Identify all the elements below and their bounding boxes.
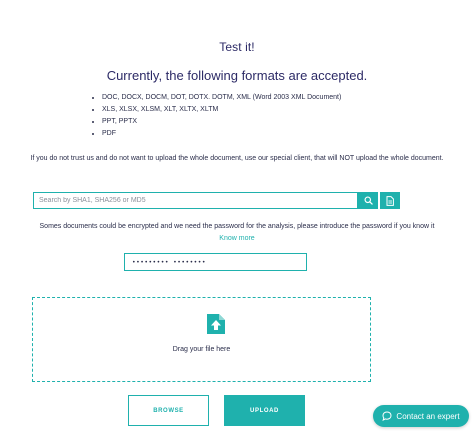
encryption-text: Somes documents could be encrypted and w…	[39, 223, 435, 230]
know-more-link[interactable]: Know more	[219, 235, 254, 242]
hash-search-field[interactable]	[33, 192, 358, 209]
file-upload-icon	[207, 314, 225, 334]
page-title: Test it!	[219, 40, 255, 54]
list-item: DOC, DOCX, DOCM, DOT, DOTX. DOTM, XML (W…	[102, 92, 341, 104]
formats-heading: Currently, the following formats are acc…	[106, 68, 368, 83]
dropzone-label: Drag your file here	[172, 346, 231, 353]
search-icon	[363, 196, 373, 205]
contact-label: Contact an expert	[396, 411, 460, 421]
hash-search-input[interactable]	[39, 197, 357, 204]
list-item: XLS, XLSX, XLSM, XLT, XLTX, XLTM	[102, 104, 341, 116]
list-item: PPT, PPTX	[102, 116, 341, 128]
client-notice: If you do not trust us and do not want t…	[30, 155, 444, 162]
contact-expert-button[interactable]: Contact an expert	[373, 405, 469, 427]
encryption-notice: Somes documents could be encrypted and w…	[30, 221, 444, 245]
chat-bubble-icon	[382, 411, 392, 421]
search-button[interactable]	[358, 192, 378, 209]
document-button[interactable]	[380, 192, 400, 209]
file-dropzone[interactable]	[32, 297, 371, 382]
formats-list: DOC, DOCX, DOCM, DOT, DOTX. DOTM, XML (W…	[90, 92, 341, 140]
password-field[interactable]: ••••••••• ••••••••	[124, 253, 307, 271]
list-item: PDF	[102, 128, 341, 140]
document-icon	[386, 195, 394, 206]
browse-button[interactable]: BROWSE	[128, 395, 209, 426]
upload-button[interactable]: UPLOAD	[224, 395, 305, 426]
